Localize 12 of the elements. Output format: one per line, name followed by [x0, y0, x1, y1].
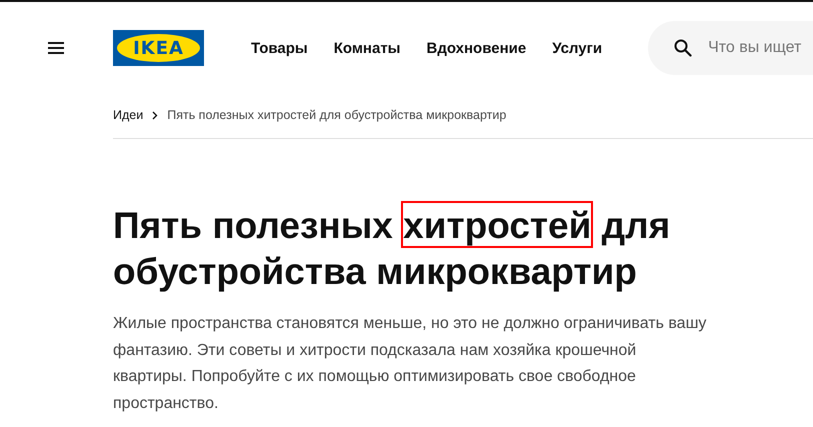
- nav-link[interactable]: Вдохновение: [426, 40, 526, 56]
- intro-paragraph: Жилые пространства становятся меньше, но это не должно ограничивать вашу фантазию. Эти советы и хитрости подсказала нам хозяйка крошечной квартиры. Попробуйте с их помощью оптимизировать свое свободное пространство.: [113, 314, 708, 414]
- chevron-icon: [152, 110, 158, 120]
- search-field[interactable]: Что вы ищет: [648, 21, 813, 75]
- menu-icon[interactable]: [48, 42, 64, 54]
- search-icon: [674, 39, 692, 57]
- nav-link[interactable]: Комнаты: [334, 40, 400, 56]
- nav-link[interactable]: Товары: [251, 40, 308, 56]
- page-title: Пять полезных хитростей для обустройства микроквартир: [113, 204, 672, 294]
- logo[interactable]: IKEA: [113, 30, 204, 66]
- nav-link[interactable]: Услуги: [552, 40, 602, 56]
- breadcrumb-link[interactable]: Идеи: [113, 108, 144, 122]
